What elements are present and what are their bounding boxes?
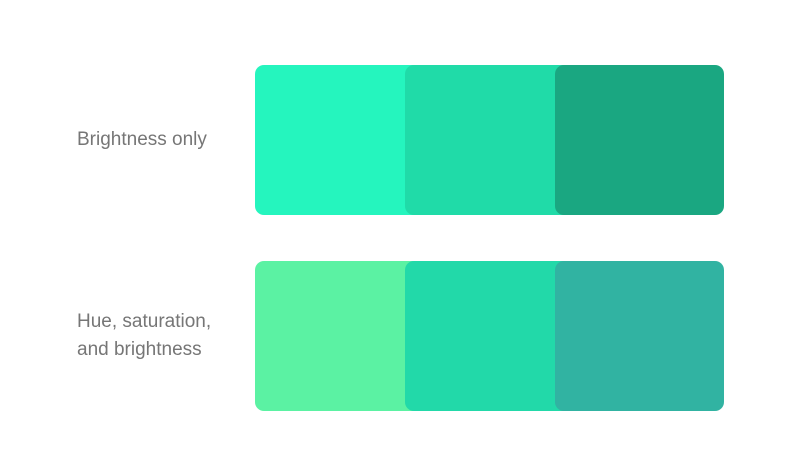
- palette-row-hue-saturation-brightness: Hue, saturation, and brightness: [0, 261, 800, 411]
- row-label: Brightness only: [77, 129, 207, 151]
- color-swatch-light: [255, 261, 424, 411]
- color-swatch-medium: [405, 65, 574, 215]
- palette-row-brightness-only: Brightness only: [0, 65, 800, 215]
- swatch-group: [255, 261, 724, 411]
- color-swatch-medium: [405, 261, 574, 411]
- swatch-group: [255, 65, 724, 215]
- row-label: Hue, saturation, and brightness: [77, 311, 212, 360]
- color-swatch-dark: [555, 261, 724, 411]
- color-swatch-light: [255, 65, 424, 215]
- color-swatch-dark: [555, 65, 724, 215]
